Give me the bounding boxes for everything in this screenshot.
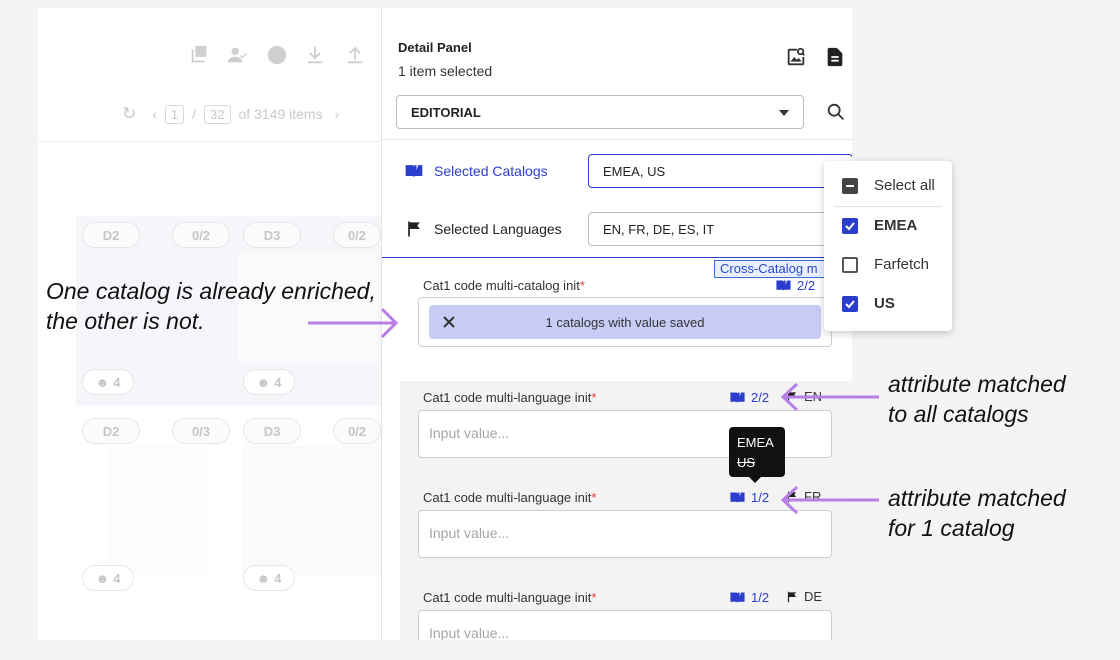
- indeterminate-checkbox-icon: [842, 177, 858, 194]
- view-select[interactable]: EDITORIAL: [396, 95, 804, 129]
- catalog-match-indicator[interactable]: 1/2: [729, 489, 769, 506]
- assign-user-icon[interactable]: [226, 44, 248, 66]
- catalogs-select[interactable]: EMEA, US: [588, 154, 852, 188]
- close-icon[interactable]: [429, 315, 469, 329]
- attribute-label: Cat1 code multi-language init*: [423, 590, 597, 605]
- saved-value-chip: 1 catalogs with value saved: [429, 305, 821, 339]
- next-page-icon[interactable]: ›: [335, 106, 340, 122]
- attribute-input[interactable]: Input value...: [418, 510, 832, 558]
- attribute-label: Cat1 code multi-language init*: [423, 490, 597, 505]
- annotation-right-all-catalogs: attribute matched to all catalogs: [888, 371, 1066, 427]
- user-count-pill[interactable]: ☻ 4: [243, 565, 295, 591]
- tag-pill[interactable]: 0/3: [172, 418, 230, 444]
- book-icon: [776, 280, 791, 292]
- flag-icon: [787, 591, 797, 602]
- attribute-label: Cat1 code multi-language init*: [423, 390, 597, 405]
- annotation-arrow: [308, 307, 399, 339]
- catalog-dropdown-menu: Select all EMEA Farfetch US: [824, 161, 952, 331]
- unchecked-checkbox-icon: [842, 256, 858, 273]
- user-icon: ☻: [95, 374, 110, 390]
- tag-pill[interactable]: D2: [82, 222, 140, 248]
- search-icon[interactable]: [825, 101, 847, 123]
- tag-pill[interactable]: 0/2: [172, 222, 230, 248]
- page-total: 32: [204, 104, 231, 124]
- languages-select[interactable]: EN, FR, DE, ES, IT: [588, 212, 852, 246]
- user-count-pill[interactable]: ☻ 4: [82, 565, 134, 591]
- detail-panel: Detail Panel 1 item selected EDITORIAL S…: [381, 8, 852, 640]
- catalog-tooltip: EMEA US: [729, 427, 785, 483]
- gallery-icon[interactable]: [188, 44, 210, 66]
- checked-checkbox-icon: [842, 217, 858, 234]
- menu-item-us[interactable]: US: [842, 295, 895, 312]
- pagination: ↻ ‹ 1 / 32 of 3149 items ›: [122, 104, 340, 124]
- tag-pill[interactable]: 0/2: [333, 418, 381, 444]
- tag-pill[interactable]: D3: [243, 222, 301, 248]
- page-current[interactable]: 1: [164, 104, 185, 124]
- upload-icon[interactable]: [344, 44, 366, 66]
- book-icon: [730, 492, 745, 504]
- globe-icon[interactable]: [266, 44, 288, 66]
- image-search-icon[interactable]: [785, 46, 807, 68]
- attribute-input[interactable]: Input value...: [418, 610, 832, 640]
- download-icon[interactable]: [304, 44, 326, 66]
- catalog-match-indicator[interactable]: 2/2: [775, 277, 815, 294]
- tag-pill[interactable]: D2: [82, 418, 140, 444]
- menu-item-emea[interactable]: EMEA: [842, 217, 917, 234]
- user-icon: ☻: [256, 374, 271, 390]
- flag-icon: [408, 221, 420, 237]
- user-count-pill[interactable]: ☻ 4: [82, 369, 134, 395]
- user-icon: ☻: [256, 570, 271, 586]
- attribute-label: Cat1 code multi-catalog init*: [423, 278, 585, 293]
- book-icon: [405, 165, 423, 178]
- checked-checkbox-icon: [842, 295, 858, 312]
- tag-pill[interactable]: 0/2: [333, 222, 381, 248]
- annotation-arrow: [780, 382, 879, 412]
- chevron-down-icon: [779, 110, 789, 116]
- catalog-match-indicator[interactable]: 1/2: [729, 589, 769, 606]
- refresh-icon[interactable]: ↻: [122, 104, 136, 124]
- catalog-match-indicator[interactable]: 2/2: [729, 389, 769, 406]
- tag-pill[interactable]: D3: [243, 418, 301, 444]
- prev-page-icon[interactable]: ‹: [152, 106, 157, 122]
- items-count: of 3149 items: [238, 106, 323, 122]
- annotation-arrow: [780, 485, 879, 515]
- annotation-right-one-catalog: attribute matched for 1 catalog: [888, 485, 1066, 541]
- language-indicator: DE: [785, 589, 822, 604]
- menu-item-farfetch[interactable]: Farfetch: [842, 256, 929, 273]
- screenshot-stage: ↻ ‹ 1 / 32 of 3149 items › D2 0/2 D3 0/2…: [0, 0, 1120, 660]
- menu-item-select-all[interactable]: Select all: [842, 177, 935, 194]
- user-count-pill[interactable]: ☻ 4: [243, 369, 295, 395]
- book-icon: [730, 592, 745, 604]
- panel-subtitle: 1 item selected: [398, 63, 493, 79]
- user-icon: ☻: [95, 570, 110, 586]
- multi-catalog-field: 1 catalogs with value saved: [418, 297, 832, 347]
- panel-title: Detail Panel: [398, 40, 472, 55]
- selected-catalogs-label: Selected Catalogs: [404, 161, 548, 181]
- document-icon[interactable]: [824, 46, 846, 68]
- selected-languages-label: Selected Languages: [404, 219, 562, 239]
- book-icon: [730, 392, 745, 404]
